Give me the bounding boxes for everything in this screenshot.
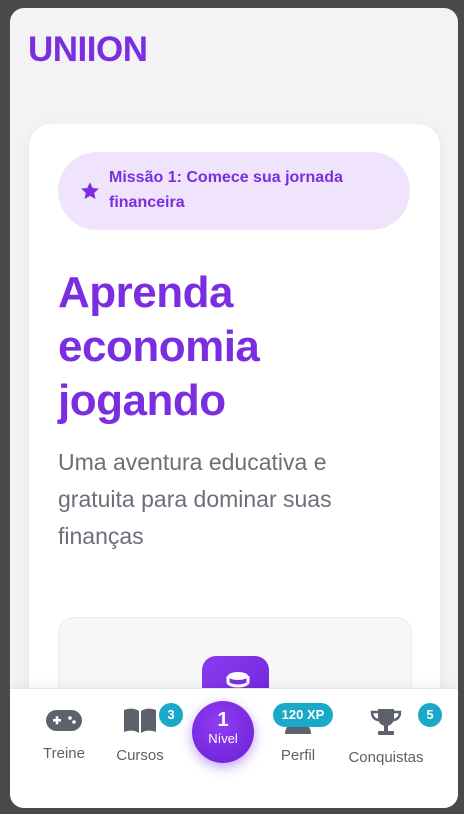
star-icon xyxy=(81,182,99,199)
brand-logo: UNIION xyxy=(28,30,148,69)
hero-subtitle: Uma aventura educativa e gratuita para d… xyxy=(58,449,332,549)
gamepad-icon xyxy=(46,710,82,731)
nav-label-perfil: Perfil xyxy=(280,747,316,764)
xp-badge: 120 XP xyxy=(273,703,333,727)
mission-pill[interactable]: Missão 1: Comece sua jornada financeira xyxy=(58,152,410,230)
trophy-icon xyxy=(370,709,402,735)
level-label: Nível xyxy=(208,731,238,746)
app-screen: UNIION Missão 1: Comece sua jornada fina… xyxy=(10,8,458,808)
nav-label-conquistas: Conquistas xyxy=(348,749,424,766)
mission-text: Missão 1: Comece sua jornada financeira xyxy=(109,169,343,211)
conquistas-badge: 5 xyxy=(418,703,442,727)
nav-item-treine[interactable]: Treine xyxy=(24,707,104,762)
nav-label-treine: Treine xyxy=(43,745,85,762)
hero-title: Aprenda economia jogando xyxy=(58,268,260,425)
nav-label-cursos: Cursos xyxy=(116,747,164,764)
book-icon xyxy=(124,708,156,733)
level-number: 1 xyxy=(217,709,229,731)
level-button[interactable]: 1 Nível xyxy=(192,701,254,763)
nav-item-conquistas[interactable]: Conquistas xyxy=(344,707,428,766)
cursos-badge: 3 xyxy=(159,703,183,727)
